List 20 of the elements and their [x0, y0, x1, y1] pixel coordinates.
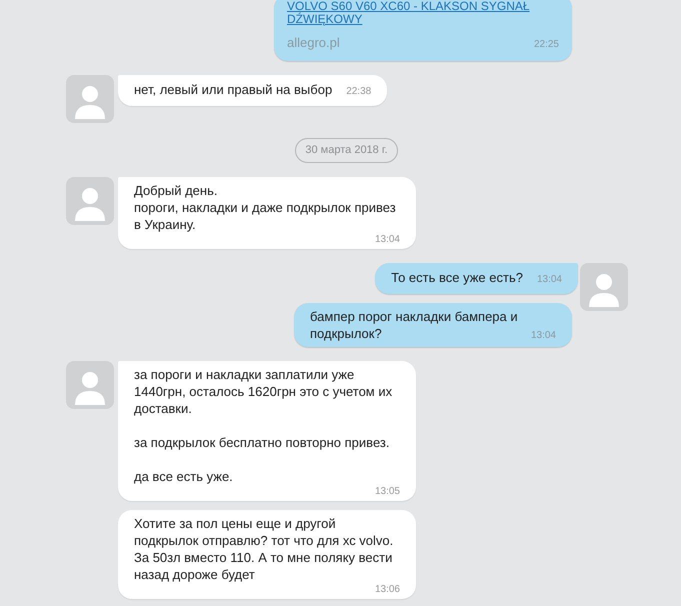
message-time: 13:04	[536, 272, 562, 286]
avatar-icon	[580, 262, 628, 310]
link[interactable]: VOLVO S60 V60 XC60 - KLAKSON SYGNAŁ DŹWIĘKOWY	[287, 0, 559, 26]
avatar-icon	[66, 176, 114, 224]
message-time: 22:38	[346, 85, 372, 99]
link-source: allegro.pl	[287, 34, 340, 51]
message-time: 13:04	[374, 234, 400, 246]
message-text: Добрый день. пороги, накладки и даже подкрылок привез в Украину.	[134, 182, 397, 232]
message-text: То есть все уже есть?	[391, 268, 523, 286]
message-text: Хотите за пол цены еще и другой подкрылок отправлю? тот что для хс volvo. За 50зл вместо 110. А то мне поляку вести назад дороже будет	[134, 514, 394, 582]
message-time: 13:04	[530, 330, 556, 342]
message-text: бампер порог накладки бампера и подкрылок?	[310, 308, 519, 342]
message-time: 13:05	[374, 486, 400, 498]
message-text: за пороги и накладки заплатили уже 1440грн, осталось 1620грн это с учетом их доставки. за подкрылок бесплатно повторно привез. да все есть уже.	[134, 366, 394, 484]
avatar-icon	[66, 360, 114, 408]
message-text: нет, левый или правый на выбор	[134, 81, 332, 98]
message-time: 13:06	[374, 584, 400, 596]
message-time: 22:25	[534, 38, 559, 52]
date-separator: 30 марта 2018 г.	[295, 138, 398, 162]
avatar-icon	[66, 75, 114, 123]
